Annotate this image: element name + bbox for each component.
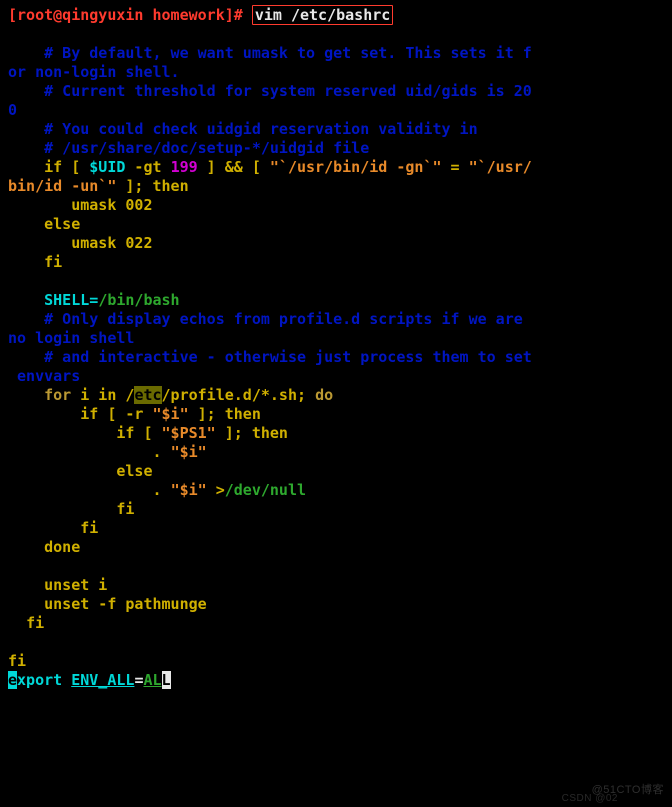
shell-var: SHELL= bbox=[8, 291, 98, 309]
terminal[interactable]: [root@qingyuxin homework]# vim /etc/bash… bbox=[0, 0, 672, 696]
export-keyword: xport bbox=[17, 671, 62, 689]
comment-line: # By default, we want umask to get set. … bbox=[8, 44, 532, 62]
comment-line: # and interactive - otherwise just proce… bbox=[8, 348, 532, 366]
uid-var: $UID bbox=[89, 158, 125, 176]
fi-keyword: fi bbox=[8, 614, 44, 632]
code: ] && [ bbox=[198, 158, 270, 176]
code: /profile.d/*.sh; bbox=[162, 386, 316, 404]
cursor: e bbox=[8, 671, 17, 689]
command-box: vim /etc/bashrc bbox=[252, 5, 393, 25]
if-keyword: if [ -r bbox=[8, 405, 153, 423]
string: "$i" bbox=[171, 481, 207, 499]
comment-line: # /usr/share/doc/setup-*/uidgid file bbox=[8, 139, 369, 157]
umask-022: umask 022 bbox=[8, 234, 153, 252]
number: 199 bbox=[171, 158, 198, 176]
prompt-bracket1: [ bbox=[8, 6, 17, 24]
comment-line: 0 bbox=[8, 101, 17, 119]
do-keyword: do bbox=[315, 386, 333, 404]
comment-line: envvars bbox=[8, 367, 80, 385]
prompt-dir: homework bbox=[153, 6, 225, 24]
code: . bbox=[8, 481, 171, 499]
etc-highlight: etc bbox=[134, 386, 161, 404]
string: "$i" bbox=[153, 405, 189, 423]
string: "$PS1" bbox=[162, 424, 216, 442]
else-keyword: else bbox=[8, 462, 153, 480]
else-keyword: else bbox=[8, 215, 80, 233]
comment-line: # You could check uidgid reservation val… bbox=[8, 120, 478, 138]
fi-keyword: fi bbox=[8, 652, 26, 670]
prompt-bracket2: ]# bbox=[225, 6, 252, 24]
string: "`/usr/ bbox=[469, 158, 532, 176]
fi-keyword: fi bbox=[8, 500, 134, 518]
code: i in / bbox=[71, 386, 134, 404]
code: > bbox=[207, 481, 225, 499]
code: ]; then bbox=[216, 424, 288, 442]
umask-002: umask 002 bbox=[8, 196, 153, 214]
shell-path: /bin/bash bbox=[98, 291, 179, 309]
code: . bbox=[8, 443, 171, 461]
prompt-user-host: root@qingyuxin bbox=[17, 6, 152, 24]
space bbox=[62, 671, 71, 689]
comment-line: # Current threshold for system reserved … bbox=[8, 82, 532, 100]
comment-line: # Only display echos from profile.d scri… bbox=[8, 310, 532, 328]
code: = bbox=[442, 158, 469, 176]
then-keyword: ]; then bbox=[116, 177, 188, 195]
code: ]; then bbox=[189, 405, 261, 423]
devnull: /dev/null bbox=[225, 481, 306, 499]
code: -gt bbox=[125, 158, 170, 176]
unset-pathmunge: unset -f pathmunge bbox=[8, 595, 207, 613]
done-keyword: done bbox=[8, 538, 80, 556]
fi-keyword: fi bbox=[8, 519, 98, 537]
for-keyword: for bbox=[8, 386, 71, 404]
fi-keyword: fi bbox=[8, 253, 62, 271]
env-var: ENV_ALL bbox=[71, 671, 134, 689]
comment-line: or non-login shell. bbox=[8, 63, 180, 81]
command-text: vim /etc/bashrc bbox=[255, 6, 390, 24]
watermark-csdn: CSDN @02 bbox=[562, 793, 618, 804]
unset-i: unset i bbox=[8, 576, 107, 594]
string: "`/usr/bin/id -gn`" bbox=[270, 158, 442, 176]
if-keyword: if [ bbox=[8, 424, 162, 442]
string: bin/id -un`" bbox=[8, 177, 116, 195]
env-value-last: L bbox=[162, 671, 171, 689]
comment-line: no login shell bbox=[8, 329, 134, 347]
if-keyword: if [ bbox=[8, 158, 89, 176]
env-value: AL bbox=[143, 671, 161, 689]
string: "$i" bbox=[171, 443, 207, 461]
